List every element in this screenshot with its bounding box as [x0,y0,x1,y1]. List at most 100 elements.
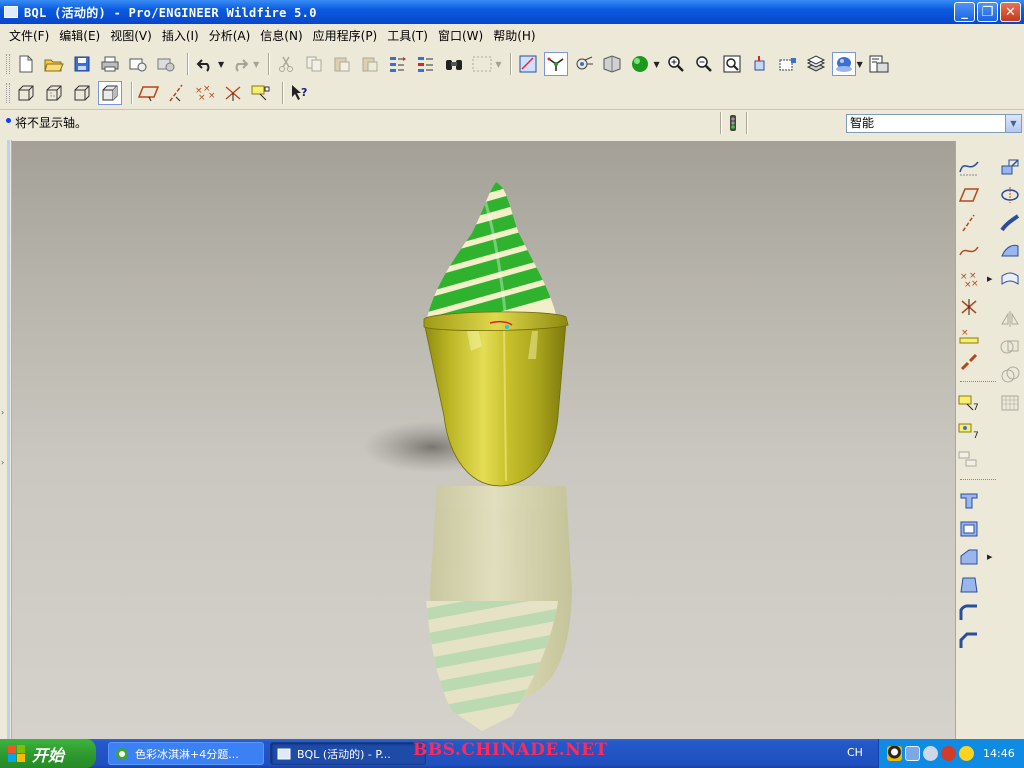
chain-icon[interactable] [957,351,981,375]
minimize-button[interactable]: _ [954,2,975,22]
boundary-blend-icon[interactable] [998,267,1022,291]
undo-dropdown-icon[interactable]: ▼ [218,60,224,69]
find-icon[interactable] [442,52,466,76]
redo-dropdown-icon[interactable]: ▼ [253,60,259,69]
menu-insert[interactable]: 插入(I) [157,27,204,44]
network-icon[interactable] [905,746,920,761]
reorient-icon[interactable] [748,52,772,76]
menu-tools[interactable]: 工具(T) [382,27,433,44]
appearance-dropdown-icon[interactable]: ▼ [653,60,659,69]
orient-mode-icon[interactable] [572,52,596,76]
analysis-feature-icon[interactable]: × [957,323,981,347]
shell-tool-icon[interactable] [957,517,981,541]
no-hidden-icon[interactable] [70,81,94,105]
menu-help[interactable]: 帮助(H) [488,27,540,44]
print-icon[interactable] [98,52,122,76]
restore-button[interactable]: ❐ [977,2,998,22]
language-indicator[interactable]: CH [847,746,863,759]
security-icon[interactable] [959,746,974,761]
expand-arrow-icon[interactable]: › [1,458,4,467]
antivirus-icon[interactable] [941,746,956,761]
appearance-icon[interactable] [628,52,652,76]
chamfer-tool-icon[interactable] [957,629,981,653]
datum-axis-display-icon[interactable] [165,81,189,105]
extrude-tool-icon[interactable] [998,155,1022,179]
close-button[interactable]: ✕ [1000,2,1021,22]
saved-views-icon[interactable] [776,52,800,76]
paste-special-icon[interactable] [358,52,382,76]
start-button[interactable]: 开始 [0,739,96,768]
regenerate-icon[interactable] [386,52,410,76]
volume-icon[interactable] [923,746,938,761]
mirror-tool-icon[interactable] [998,307,1022,331]
menu-window[interactable]: 窗口(W) [433,27,488,44]
intersect-tool-icon[interactable] [998,363,1022,387]
refit-icon[interactable] [720,52,744,76]
toolbar-grip[interactable] [6,54,10,74]
spin-center-icon[interactable] [544,52,569,76]
navigator-collapsed-strip[interactable]: › › [0,140,12,740]
qq-icon[interactable] [887,746,902,761]
rib-dropdown-icon[interactable]: ▶ [987,553,992,561]
note-tool-icon[interactable]: 7 [957,391,981,415]
blend-tool-icon[interactable] [998,239,1022,263]
select-box-icon[interactable] [470,52,494,76]
menu-info[interactable]: 信息(N) [255,27,307,44]
repaint-icon[interactable] [516,52,540,76]
selection-filter-select[interactable]: 智能 ▼ [846,114,1022,133]
datum-point-tool-icon[interactable]: × × × × [957,267,981,291]
paste-icon[interactable] [330,52,354,76]
redo-icon[interactable] [228,52,252,76]
regen-manager-icon[interactable] [414,52,438,76]
datum-axis-tool-icon[interactable] [957,211,981,235]
annotation-display-icon[interactable] [249,81,273,105]
select-dropdown-icon[interactable]: ▼ [495,60,501,69]
rib-tool-icon[interactable] [957,545,981,569]
model-tree-icon[interactable] [867,52,891,76]
email-icon[interactable] [126,52,150,76]
datum-plane-display-icon[interactable] [137,81,161,105]
copy-icon[interactable] [302,52,326,76]
menu-applications[interactable]: 应用程序(P) [308,27,383,44]
pattern-tool-icon[interactable] [998,391,1022,415]
draft-tool-icon[interactable] [957,573,981,597]
title-bar[interactable]: BQL (活动的) - Pro/ENGINEER Wildfire 5.0 _ … [0,0,1024,24]
view-manager-icon[interactable] [600,52,624,76]
undo-icon[interactable] [193,52,217,76]
toolbar-grip[interactable] [6,83,10,103]
note-edit-icon[interactable]: 7 [957,419,981,443]
zoom-in-icon[interactable] [664,52,688,76]
shading-icon[interactable] [98,81,122,105]
open-file-icon[interactable] [42,52,66,76]
display-style-dropdown-icon[interactable]: ▼ [857,60,863,69]
new-file-icon[interactable] [14,52,38,76]
save-icon[interactable] [70,52,94,76]
revolve-tool-icon[interactable] [998,183,1022,207]
menu-file[interactable]: 文件(F) [4,27,54,44]
taskbar-item-browser[interactable]: 色彩冰淇淋+4分题... [108,742,264,765]
expand-arrow-icon[interactable]: › [1,408,4,417]
graphics-window[interactable] [12,141,955,739]
chevron-down-icon[interactable]: ▼ [1005,115,1021,132]
hidden-line-icon[interactable] [42,81,66,105]
cut-icon[interactable] [274,52,298,76]
wireframe-icon[interactable] [14,81,38,105]
datum-point-display-icon[interactable]: × × × × [193,81,217,105]
menu-edit[interactable]: 编辑(E) [54,27,105,44]
display-style-icon[interactable] [831,52,856,76]
datum-plane-tool-icon[interactable] [957,183,981,207]
layers-icon[interactable] [804,52,828,76]
zoom-out-icon[interactable] [692,52,716,76]
menu-view[interactable]: 视图(V) [105,27,157,44]
regen-status-icon[interactable] [728,113,738,133]
sketched-datum-curve-icon[interactable] [957,155,981,179]
context-help-icon[interactable]: ? [288,81,312,105]
merge-tool-icon[interactable] [998,335,1022,359]
round-tool-icon[interactable] [957,601,981,625]
email-link-icon[interactable] [154,52,178,76]
note-tree-icon[interactable] [957,447,981,471]
taskbar-item-proe[interactable]: BQL (活动的) - P... [270,742,426,765]
menu-analysis[interactable]: 分析(A) [204,27,256,44]
csys-tool-icon[interactable] [957,295,981,319]
sweep-tool-icon[interactable] [998,211,1022,235]
